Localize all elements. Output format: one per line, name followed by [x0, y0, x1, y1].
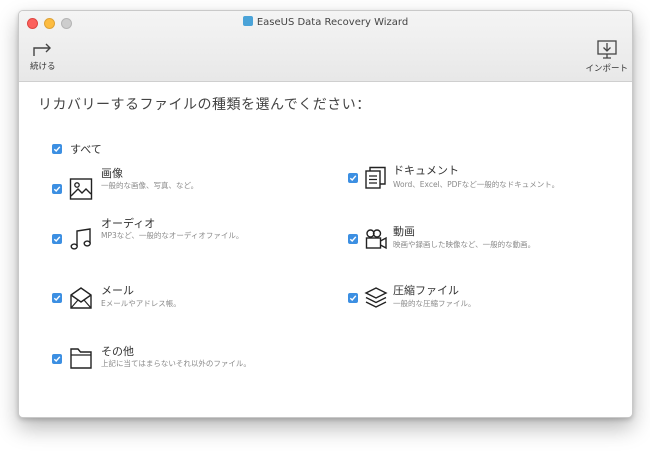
archive-checkbox[interactable] — [348, 293, 358, 303]
document-checkbox[interactable] — [348, 173, 358, 183]
page-heading: リカバリーするファイルの種類を選んでください： — [38, 97, 371, 113]
forward-arrow-icon — [33, 43, 51, 56]
category-desc-image: 一般的な画像、写真、など。 — [101, 181, 199, 190]
audio-checkbox[interactable] — [52, 234, 62, 244]
import-icon — [597, 40, 617, 59]
image-checkbox[interactable] — [52, 184, 62, 194]
category-title-image: 画像 — [101, 167, 123, 180]
category-title-other: その他 — [101, 345, 134, 358]
import-label: インポート — [585, 64, 628, 74]
title-bar: EaseUS Data Recovery Wizard 続ける インポート — [19, 11, 632, 82]
category-desc-audio: MP3など、一般的なオーディオファイル。 — [101, 231, 244, 240]
app-window: EaseUS Data Recovery Wizard 続ける インポート リカ… — [18, 10, 633, 418]
category-title-audio: オーディオ — [101, 217, 156, 230]
checkmark-icon — [53, 295, 61, 302]
category-title-document: ドキュメント — [393, 164, 459, 177]
select-all-label: すべて — [70, 143, 102, 156]
checkmark-icon — [349, 295, 357, 302]
import-button[interactable]: インポート — [585, 39, 628, 74]
category-desc-archive: 一般的な圧縮ファイル。 — [393, 299, 476, 308]
window-title: EaseUS Data Recovery Wizard — [256, 17, 409, 28]
image-icon — [69, 178, 93, 200]
video-camera-icon — [365, 229, 387, 250]
category-desc-other: 上記に当てはまらないそれ以外のファイル。 — [101, 359, 251, 368]
window-title-container: EaseUS Data Recovery Wizard — [19, 16, 632, 30]
app-logo-icon — [242, 16, 253, 26]
continue-label: 続ける — [30, 62, 56, 72]
category-desc-document: Word、Excel、PDFなど一般的なドキュメント。 — [393, 180, 560, 189]
folder-icon — [70, 348, 92, 369]
mail-checkbox[interactable] — [52, 293, 62, 303]
music-note-icon — [70, 228, 91, 250]
category-title-archive: 圧縮ファイル — [393, 284, 459, 297]
video-checkbox[interactable] — [348, 234, 358, 244]
mail-icon — [70, 287, 92, 309]
select-all-checkbox[interactable] — [52, 144, 62, 154]
checkmark-icon — [53, 356, 61, 363]
category-desc-video: 映画や録画した映像など、一般的な動画。 — [393, 240, 536, 249]
document-icon — [365, 166, 386, 189]
category-title-mail: メール — [101, 284, 134, 297]
checkmark-icon — [53, 236, 61, 243]
checkmark-icon — [53, 146, 61, 153]
checkmark-icon — [53, 186, 61, 193]
checkmark-icon — [349, 175, 357, 182]
content-area: リカバリーするファイルの種類を選んでください： すべて 画像 一般的な画像、写真… — [19, 82, 632, 417]
layers-icon — [364, 287, 388, 308]
checkmark-icon — [349, 236, 357, 243]
other-checkbox[interactable] — [52, 354, 62, 364]
continue-button[interactable]: 続ける — [30, 41, 56, 72]
category-desc-mail: Eメールやアドレス帳。 — [101, 299, 181, 308]
category-title-video: 動画 — [393, 225, 415, 238]
